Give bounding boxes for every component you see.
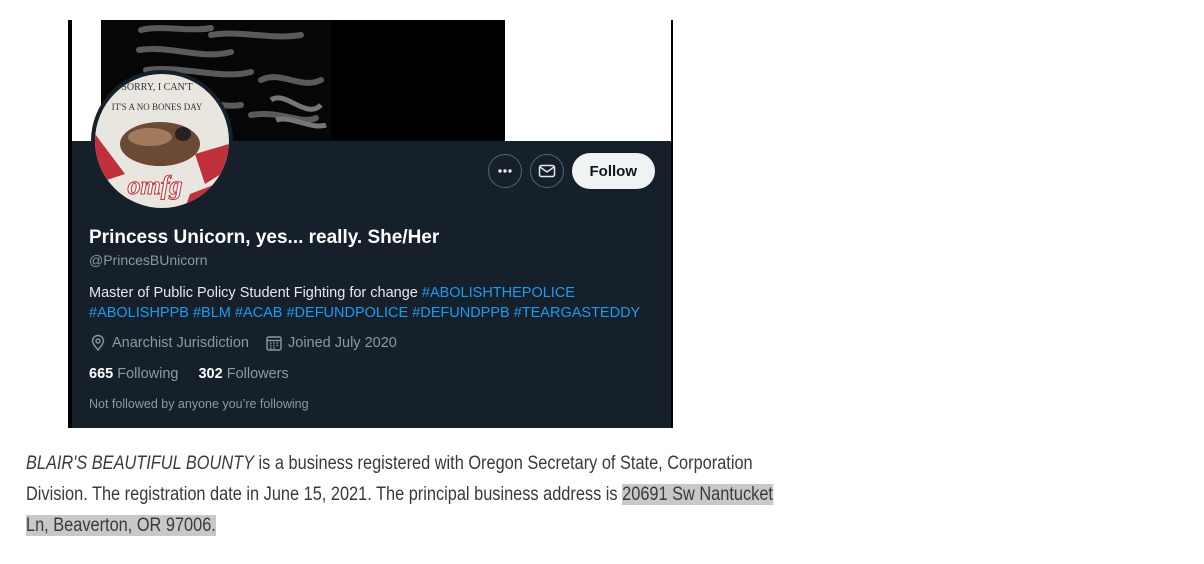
hashtag-link[interactable]: #ABOLISHTHEPOLICE — [422, 285, 575, 301]
avatar-text-line1: SORRY, I CAN'T — [121, 82, 192, 93]
follow-button[interactable]: Follow — [571, 153, 655, 189]
avatar-text-omfg: omfg — [128, 171, 183, 200]
more-button[interactable] — [487, 154, 522, 188]
card-border-right — [671, 20, 673, 428]
avatar-text-line2: IT'S A NO BONES DAY — [112, 102, 203, 112]
profile-card: SORRY, I CAN'T IT'S A NO BONES DAY omfg … — [68, 20, 673, 428]
location-text: Anarchist Jurisdiction — [112, 335, 249, 351]
calendar-icon — [266, 336, 282, 351]
following-link[interactable]: 665 Following — [89, 366, 178, 382]
location-icon — [91, 334, 105, 352]
not-followed-note: Not followed by anyone you’re following — [89, 397, 309, 411]
hashtag-link[interactable]: #DEFUNDPPB — [412, 305, 510, 321]
hashtag-link[interactable]: #ABOLISHPPB — [89, 305, 189, 321]
joined-text: Joined July 2020 — [288, 335, 397, 351]
display-name: Princess Unicorn, yes... really. She/Her — [89, 227, 440, 248]
profile-actions: Follow — [487, 153, 655, 189]
hashtag-link[interactable]: #BLM — [193, 305, 231, 321]
avatar[interactable]: SORRY, I CAN'T IT'S A NO BONES DAY omfg — [91, 70, 233, 212]
hashtag-link[interactable]: #TEARGASTEDDY — [514, 305, 641, 321]
following-label: Following — [117, 366, 179, 382]
company-name: BLAIR'S BEAUTIFUL BOUNTY — [26, 453, 255, 474]
hashtag-link[interactable]: #ACAB — [235, 305, 283, 321]
followers-link[interactable]: 302 Followers — [198, 366, 288, 382]
hashtag-link[interactable]: #DEFUNDPOLICE — [286, 305, 408, 321]
message-button[interactable] — [529, 154, 564, 188]
profile-meta: Anarchist Jurisdiction Joined July 2020 — [89, 334, 397, 352]
mail-icon — [538, 164, 555, 178]
avatar-image: SORRY, I CAN'T IT'S A NO BONES DAY omfg — [95, 74, 229, 208]
profile-handle: @PrincesBUnicorn — [89, 252, 208, 268]
caption-paragraph: BLAIR'S BEAUTIFUL BOUNTY is a business r… — [26, 448, 800, 541]
card-border-left — [68, 20, 72, 428]
bio-text: Master of Public Policy Student Fighting… — [89, 285, 422, 301]
joined-info: Joined July 2020 — [265, 334, 397, 352]
more-icon — [497, 169, 512, 173]
profile-bio: Master of Public Policy Student Fighting… — [89, 283, 659, 323]
profile-stats: 665 Following 302 Followers — [89, 366, 289, 382]
location-info: Anarchist Jurisdiction — [89, 334, 249, 352]
following-count: 665 — [89, 366, 114, 382]
followers-label: Followers — [226, 366, 289, 382]
followers-count: 302 — [198, 366, 223, 382]
